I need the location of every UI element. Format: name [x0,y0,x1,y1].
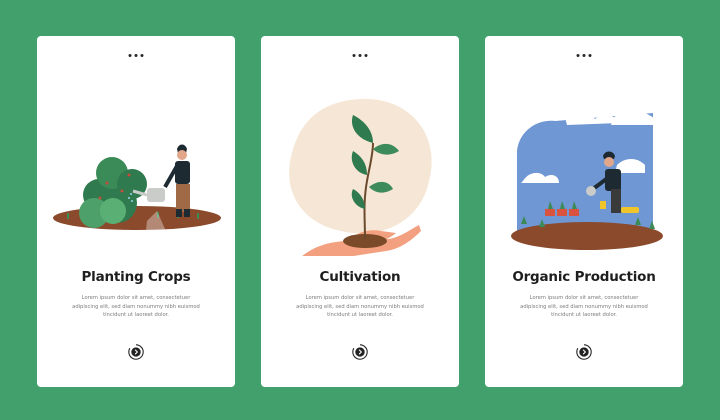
farmer-planting-illustration [511,110,663,250]
screen-title: Organic Production [512,269,656,285]
screen-description: Lorem ipsum dolor sit amet, consectetuer… [72,295,200,319]
screen-title: Planting Crops [81,269,191,285]
next-arrow-icon[interactable] [575,343,593,361]
next-arrow-icon[interactable] [351,343,369,361]
next-arrow-icon[interactable] [127,343,145,361]
gardener-watering-illustration [53,144,221,239]
screen-description: Lorem ipsum dolor sit amet, consectetuer… [296,295,424,319]
pager-dots-icon [576,54,592,57]
onboarding-card-planting: Planting Crops Lorem ipsum dolor sit ame… [37,36,235,387]
pager-dots-icon [128,54,144,57]
onboarding-card-organic: Organic Production Lorem ipsum dolor sit… [485,36,683,387]
onboarding-card-cultivation: Cultivation Lorem ipsum dolor sit amet, … [261,36,459,387]
screen-description: Lorem ipsum dolor sit amet, consectetuer… [520,295,648,319]
pager-dots-icon [352,54,368,57]
screen-title: Cultivation [319,269,401,285]
hand-sprout-illustration [289,98,432,256]
